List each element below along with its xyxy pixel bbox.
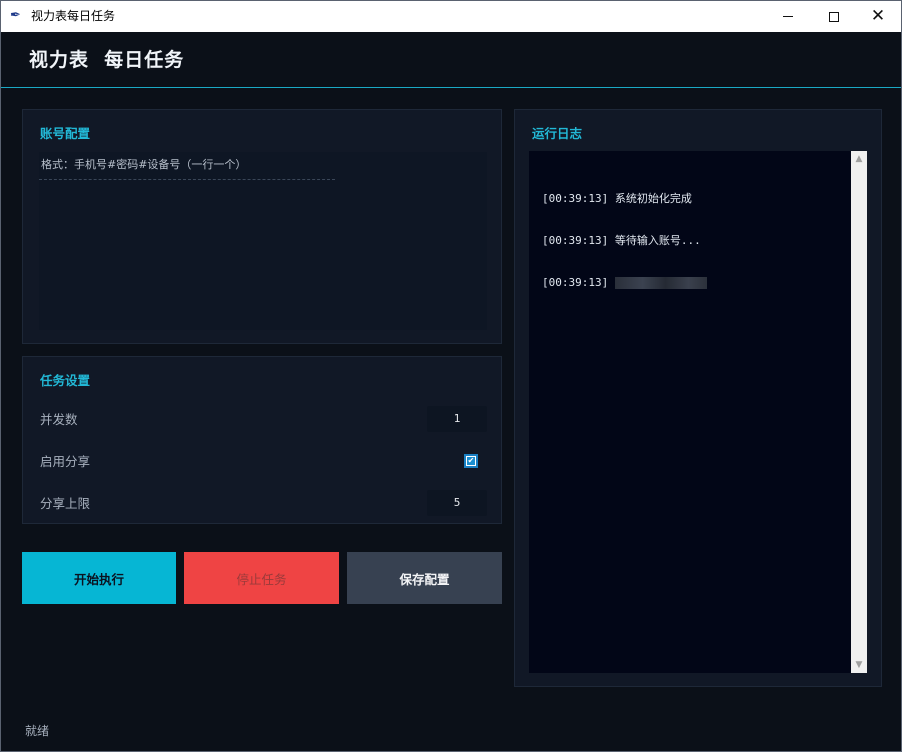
minimize-icon [783, 16, 793, 17]
maximize-icon [829, 11, 839, 22]
checkmark-icon: ✔ [467, 456, 475, 465]
account-config-panel: 账号配置 [22, 109, 502, 344]
feather-icon: ✒ [10, 8, 21, 23]
stop-button[interactable]: 停止任务 [184, 552, 339, 604]
log-scrollbar[interactable]: ▲ ▼ [851, 151, 867, 673]
page-title: 视力表 每日任务 [29, 49, 185, 71]
concurrency-input[interactable]: 1 [427, 406, 487, 432]
share-label: 启用分享 [40, 454, 91, 469]
scroll-up-icon[interactable]: ▲ [851, 151, 867, 167]
task-settings-title: 任务设置 [40, 373, 91, 388]
log-output[interactable]: [00:39:13] 系统初始化完成 [00:39:13] 等待输入账号... … [529, 151, 867, 673]
close-button[interactable]: ✕ [855, 1, 901, 32]
title-bar[interactable]: ✒ 视力表每日任务 ✕ [1, 1, 901, 32]
close-icon: ✕ [870, 6, 886, 26]
log-lines: [00:39:13] 系统初始化完成 [00:39:13] 等待输入账号... … [542, 164, 847, 318]
share-limit-input[interactable]: 5 [427, 490, 487, 516]
app-window: ✒ 视力表每日任务 ✕ 视力表 每日任务 账号配置 任务设置 并发数 1 启用分… [0, 0, 902, 752]
placeholder-underline [39, 179, 335, 180]
maximize-button[interactable] [811, 1, 857, 32]
log-timestamp: [00:39:13] [542, 192, 609, 205]
minimize-button[interactable] [765, 1, 811, 32]
log-timestamp: [00:39:13] [542, 234, 609, 247]
run-log-panel: 运行日志 [00:39:13] 系统初始化完成 [00:39:13] 等待输入账… [514, 109, 882, 687]
redacted-text [614, 277, 707, 289]
start-button[interactable]: 开始执行 [22, 552, 176, 604]
share-checkbox[interactable]: ✔ [464, 454, 478, 468]
log-timestamp: [00:39:13] [542, 276, 609, 289]
account-config-title: 账号配置 [40, 126, 91, 141]
scroll-down-icon[interactable]: ▼ [851, 657, 867, 673]
run-log-title: 运行日志 [532, 126, 583, 141]
save-config-button[interactable]: 保存配置 [347, 552, 502, 604]
account-input-area [39, 152, 487, 330]
log-line: [00:39:13] 系统初始化完成 [542, 192, 847, 206]
status-text: 就绪 [25, 724, 50, 738]
log-line: [00:39:13] 等待输入账号... [542, 234, 847, 248]
concurrency-label: 并发数 [40, 412, 78, 427]
task-settings-panel: 任务设置 并发数 1 启用分享 ✔ 分享上限 5 [22, 356, 502, 524]
log-message: 等待输入账号... [614, 234, 701, 247]
window-title: 视力表每日任务 [31, 9, 116, 23]
log-message: 系统初始化完成 [614, 192, 692, 205]
app-header: 视力表 每日任务 [1, 32, 901, 88]
share-limit-label: 分享上限 [40, 496, 91, 511]
log-line: [00:39:13] [542, 276, 847, 290]
